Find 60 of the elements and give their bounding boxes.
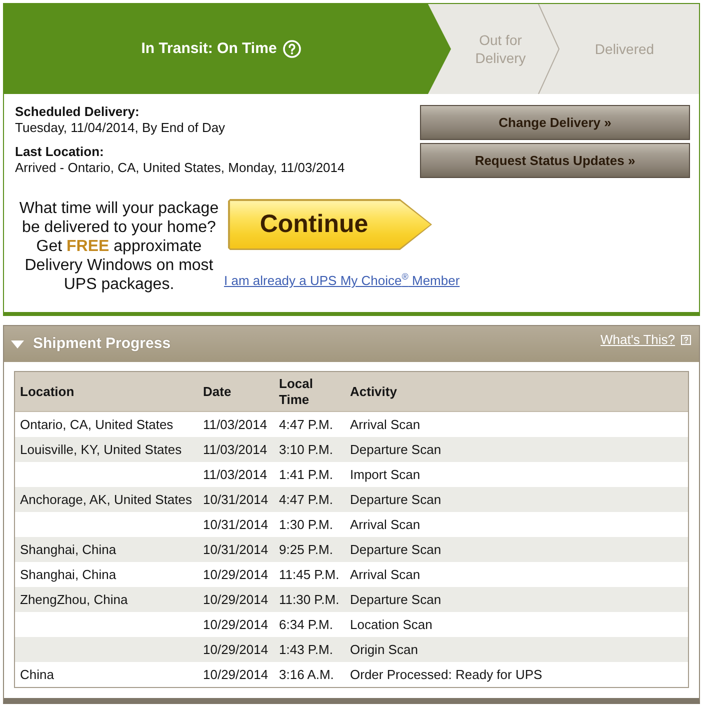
table-cell: 10/31/2014 xyxy=(203,542,268,558)
action-button[interactable]: Request Status Updates » xyxy=(420,143,690,178)
table-cell: 1:41 P.M. xyxy=(279,466,333,482)
caret-icon[interactable] xyxy=(11,340,24,348)
action-button[interactable]: Change Delivery » xyxy=(420,105,690,140)
table-cell: 3:16 A.M. xyxy=(279,666,334,682)
column-header: Location xyxy=(20,384,74,400)
step-label: Out for Delivery xyxy=(474,31,527,67)
table-cell: Shanghai, China xyxy=(20,566,116,582)
step-label: Delivered xyxy=(594,40,654,58)
table-cell: 11:30 P.M. xyxy=(279,592,340,608)
table-cell: Arrival Scan xyxy=(350,566,420,582)
table-cell: 6:34 P.M. xyxy=(279,616,333,632)
table-cell: 9:25 P.M. xyxy=(279,542,333,558)
table-cell: 4:47 P.M. xyxy=(279,416,333,432)
help-icon[interactable] xyxy=(282,40,301,58)
table-cell: 1:30 P.M. xyxy=(279,516,333,532)
promo-text: What time will your package be delivered to your home? Get FREE approximate Delivery Windows on most UPS packages. xyxy=(18,199,220,294)
table-cell: Anchorage, AK, United States xyxy=(20,492,192,508)
column-header: Activity xyxy=(350,384,397,400)
table-cell: Departure Scan xyxy=(350,592,442,608)
table-cell: 1:43 P.M. xyxy=(279,642,333,658)
table-cell: Louisville, KY, United States xyxy=(20,442,182,458)
continue-button[interactable]: Continue xyxy=(228,199,432,250)
table-cell: Departure Scan xyxy=(350,492,442,508)
table-cell: Import Scan xyxy=(350,466,420,482)
table-cell: ZhengZhou, China xyxy=(20,592,128,608)
table-cell: 10/29/2014 xyxy=(203,642,268,658)
my-choice-link[interactable]: I am already a UPS My Choice$^{®}$ Member xyxy=(224,273,460,289)
table-cell: 10/29/2014 xyxy=(203,566,268,582)
column-header: Date xyxy=(203,384,232,400)
table-cell: Ontario, CA, United States xyxy=(20,416,174,432)
table-cell: 11/03/2014 xyxy=(203,416,268,432)
help-icon[interactable] xyxy=(681,335,691,345)
table-cell: 11/03/2014 xyxy=(203,466,268,482)
table-cell: Arrival Scan xyxy=(350,416,420,432)
table-cell: 10/29/2014 xyxy=(203,592,268,608)
detail-label: Last Location: xyxy=(15,144,104,160)
table-cell: 10/31/2014 xyxy=(203,516,268,532)
table-cell: Shanghai, China xyxy=(20,542,116,558)
column-header: Local Time xyxy=(279,376,314,408)
table-cell: China xyxy=(20,666,54,682)
table-cell: 10/31/2014 xyxy=(203,492,268,508)
table-cell: Location Scan xyxy=(350,616,432,632)
table-cell: Origin Scan xyxy=(350,642,418,658)
table-cell: 11/03/2014 xyxy=(203,442,268,458)
table-cell: Order Processed: Ready for UPS xyxy=(350,666,542,682)
table-cell: Departure Scan xyxy=(350,542,442,558)
detail-label: Scheduled Delivery: xyxy=(15,104,140,120)
table-cell: 10/29/2014 xyxy=(203,616,268,632)
table-cell: 11:45 P.M. xyxy=(279,566,340,582)
step-label: In Transit: On Time xyxy=(141,40,277,58)
table-cell: 10/29/2014 xyxy=(203,666,268,682)
table-cell: 3:10 P.M. xyxy=(279,442,333,458)
table-cell: 4:47 P.M. xyxy=(279,492,333,508)
table-cell: Departure Scan xyxy=(350,442,442,458)
detail-value: Arrived - Ontario, CA, United States, Monday, 11/03/2014 xyxy=(15,160,345,176)
table-cell: Arrival Scan xyxy=(350,516,420,532)
detail-value: Tuesday, 11/04/2014, By End of Day xyxy=(15,120,226,136)
panel-title: Shipment Progress xyxy=(33,335,171,353)
